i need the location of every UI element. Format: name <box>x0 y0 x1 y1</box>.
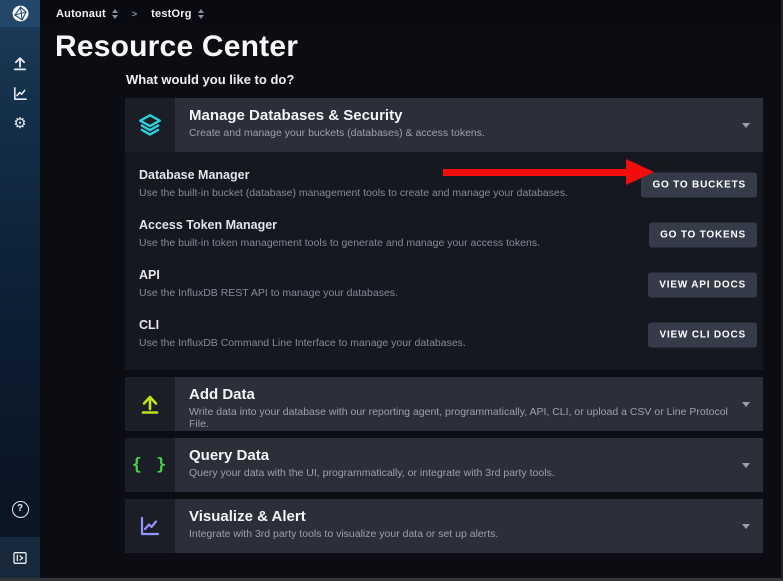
chevron-down-icon[interactable] <box>742 463 750 468</box>
upload-icon[interactable] <box>0 49 40 77</box>
panel-add-data-title: Add Data <box>189 386 733 403</box>
upload-data-icon <box>125 377 175 431</box>
row-access-token-manager: Access Token Manager Use the built-in to… <box>125 210 763 260</box>
go-to-buckets-button[interactable]: GO TO BUCKETS <box>641 173 757 198</box>
panel-query-data-title: Query Data <box>189 447 733 464</box>
braces-icon: { } <box>125 438 175 492</box>
view-api-docs-button[interactable]: VIEW API DOCS <box>648 273 757 298</box>
page-title: Resource Center <box>55 30 298 64</box>
page-subtitle: What would you like to do? <box>126 72 294 87</box>
panel-manage-title: Manage Databases & Security <box>189 107 733 124</box>
row-cli: CLI Use the InfluxDB Command Line Interf… <box>125 310 763 360</box>
view-cli-docs-button[interactable]: VIEW CLI DOCS <box>648 323 757 348</box>
sidebar-bottom: ? <box>0 495 40 578</box>
sidebar: ⚙ ? <box>0 0 40 578</box>
manage-rows: Database Manager Use the built-in bucket… <box>125 152 763 360</box>
org-switch-icon[interactable] <box>112 9 118 19</box>
panel-visualize-description: Integrate with 3rd party tools to visual… <box>189 528 733 540</box>
breadcrumb: Autonaut > testOrg <box>40 0 781 27</box>
row-database-manager: Database Manager Use the built-in bucket… <box>125 160 763 210</box>
panel-manage-description: Create and manage your buckets (database… <box>189 127 733 139</box>
chevron-down-icon[interactable] <box>742 123 750 128</box>
panel-query-data[interactable]: { } Query Data Query your data with the … <box>125 438 763 492</box>
breadcrumb-org-label: Autonaut <box>56 8 106 20</box>
row-api: API Use the InfluxDB REST API to manage … <box>125 260 763 310</box>
gear-icon[interactable]: ⚙ <box>0 109 40 137</box>
breadcrumb-suborg[interactable]: testOrg <box>151 8 204 20</box>
panel-query-data-description: Query your data with the UI, programmati… <box>189 467 733 479</box>
breadcrumb-separator: > <box>126 9 143 19</box>
influxdb-logo[interactable] <box>0 0 40 27</box>
sidebar-nav: ⚙ <box>0 49 40 137</box>
toggle-version-icon[interactable] <box>0 537 40 578</box>
panel-visualize-alert[interactable]: Visualize & Alert Integrate with 3rd par… <box>125 499 763 553</box>
help-icon[interactable]: ? <box>0 495 40 523</box>
graph-icon[interactable] <box>0 79 40 107</box>
panel-manage-header[interactable]: Manage Databases & Security Create and m… <box>125 98 763 152</box>
chart-icon <box>125 499 175 553</box>
suborg-switch-icon[interactable] <box>198 9 204 19</box>
app-window: ⚙ ? Autonaut > testOrg Resource C <box>0 0 783 581</box>
panel-add-data[interactable]: Add Data Write data into your database w… <box>125 377 763 431</box>
chevron-down-icon[interactable] <box>742 524 750 529</box>
layers-icon <box>125 98 175 152</box>
go-to-tokens-button[interactable]: GO TO TOKENS <box>649 223 757 248</box>
panel-manage-databases: Manage Databases & Security Create and m… <box>125 98 763 370</box>
breadcrumb-suborg-label: testOrg <box>151 8 192 20</box>
panel-add-data-description: Write data into your database with our r… <box>189 406 733 430</box>
panel-visualize-title: Visualize & Alert <box>189 508 733 525</box>
breadcrumb-org[interactable]: Autonaut <box>56 8 118 20</box>
resource-center-panels: Manage Databases & Security Create and m… <box>125 98 763 553</box>
chevron-down-icon[interactable] <box>742 402 750 407</box>
